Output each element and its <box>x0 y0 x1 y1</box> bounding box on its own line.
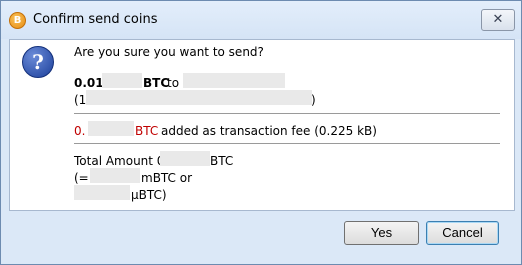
title-bar: B Confirm send coins ✕ <box>1 1 521 39</box>
divider <box>74 113 500 114</box>
confirm-dialog: B Confirm send coins ✕ ? Are you sure yo… <box>0 0 522 265</box>
bitcoin-icon: B <box>9 12 26 29</box>
total-amount-label: Total Amount 0. <box>74 154 169 168</box>
window-title: Confirm send coins <box>33 12 158 27</box>
send-amount-prefix: 0.01 <box>74 76 104 90</box>
cancel-button[interactable]: Cancel <box>426 221 499 245</box>
total-mbtc-prefix: (= <box>74 171 89 185</box>
address-close: ) <box>311 93 316 107</box>
dialog-content: ? Are you sure you want to send? 0.01 BT… <box>9 39 515 211</box>
address-open: (1 <box>74 93 87 107</box>
redacted-total-btc <box>160 151 210 166</box>
fee-amount-prefix: 0. <box>74 124 86 138</box>
redacted-recipient-label <box>183 73 285 88</box>
divider <box>74 143 500 144</box>
redacted-send-amount <box>102 73 142 88</box>
redacted-total-ubtc <box>74 185 130 200</box>
yes-button[interactable]: Yes <box>344 221 419 245</box>
redacted-total-mbtc <box>90 168 140 183</box>
send-to-label: to <box>167 76 180 90</box>
fee-description: added as transaction fee (0.225 kB) <box>161 124 377 138</box>
total-ubtc-suffix: μBTC) <box>131 188 167 202</box>
fee-unit: BTC <box>135 124 159 138</box>
confirm-question: Are you sure you want to send? <box>74 45 264 59</box>
close-button[interactable]: ✕ <box>481 9 515 31</box>
send-amount-unit: BTC <box>143 76 170 90</box>
total-unit: BTC <box>210 154 234 168</box>
question-icon: ? <box>22 46 54 78</box>
redacted-fee-amount <box>88 121 134 136</box>
total-mbtc-suffix: mBTC or <box>141 171 193 185</box>
redacted-address <box>86 90 312 105</box>
